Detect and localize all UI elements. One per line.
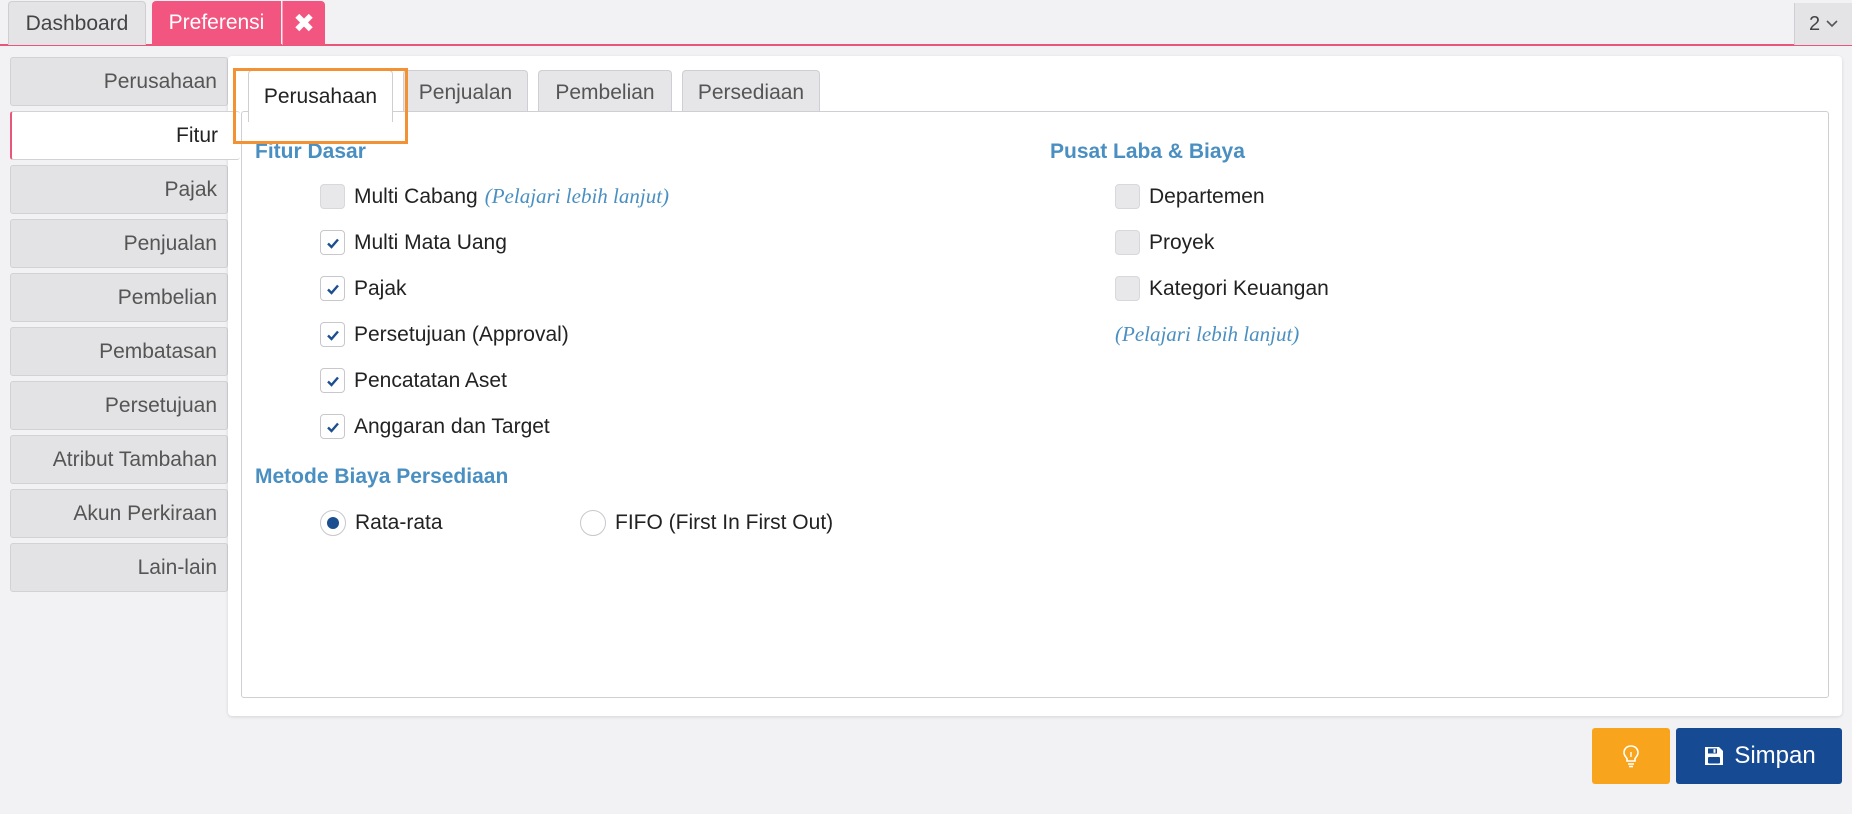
sidebar-item-pajak[interactable]: Pajak (10, 165, 228, 214)
option-anggaran-target[interactable]: Anggaran dan Target (320, 414, 550, 439)
save-button-label: Simpan (1734, 742, 1816, 769)
option-multi-mata-uang[interactable]: Multi Mata Uang (320, 230, 507, 255)
sidebar-item-perusahaan[interactable]: Perusahaan (10, 57, 228, 106)
option-proyek[interactable]: Proyek (1115, 230, 1214, 255)
checkbox-checked[interactable] (320, 322, 345, 347)
option-label: FIFO (First In First Out) (615, 511, 834, 534)
option-label: Multi Mata Uang (354, 230, 507, 254)
option-label: Multi Cabang (354, 184, 478, 208)
checkmark-icon (326, 284, 339, 295)
checkmark-icon (326, 238, 339, 249)
option-label: Pencatatan Aset (354, 368, 507, 392)
option-pencatatan-aset[interactable]: Pencatatan Aset (320, 368, 507, 393)
lightbulb-icon (1623, 745, 1639, 768)
sidebar-item-persetujuan[interactable]: Persetujuan (10, 381, 228, 430)
tab-preferensi[interactable]: Preferensi (152, 1, 281, 45)
checkbox-checked[interactable] (320, 276, 345, 301)
checkmark-icon (326, 422, 339, 433)
subtab-penjualan[interactable]: Penjualan (403, 70, 528, 115)
checkbox[interactable] (1115, 276, 1140, 301)
sidebar-item-atribut-tambahan[interactable]: Atribut Tambahan (10, 435, 228, 484)
floppy-disk-icon (1705, 747, 1724, 765)
option-multi-cabang[interactable]: Multi Cabang (Pelajari lebih lanjut) (320, 184, 669, 209)
section-title-metode-biaya: Metode Biaya Persediaan (255, 465, 509, 488)
chevron-down-icon (1826, 20, 1838, 28)
radio-rata-rata[interactable]: Rata-rata (320, 510, 443, 536)
sidebar-item-fitur[interactable]: Fitur (10, 111, 240, 160)
learn-more-link[interactable]: (Pelajari lebih lanjut) (1115, 322, 1299, 347)
subtab-pembelian[interactable]: Pembelian (538, 70, 672, 115)
radio-fifo[interactable]: FIFO (First In First Out) (580, 510, 833, 536)
option-label: Persetujuan (Approval) (354, 322, 569, 346)
checkbox[interactable] (1115, 230, 1140, 255)
sidebar-item-pembatasan[interactable]: Pembatasan (10, 327, 228, 376)
radio-unselected[interactable] (580, 510, 606, 536)
subtab-perusahaan[interactable]: Perusahaan (248, 70, 393, 122)
top-tab-bar: Dashboard Preferensi ✖ 2 (0, 0, 1852, 46)
checkbox[interactable] (1115, 184, 1140, 209)
option-label: Anggaran dan Target (354, 414, 550, 438)
sidebar-item-pembelian[interactable]: Pembelian (10, 273, 228, 322)
option-label: Pajak (354, 276, 407, 300)
checkbox-checked[interactable] (320, 368, 345, 393)
fitur-panel: Perusahaan Penjualan Pembelian Persediaa… (228, 56, 1842, 716)
option-kategori-keuangan[interactable]: Kategori Keuangan (1115, 276, 1329, 301)
subtab-persediaan[interactable]: Persediaan (682, 70, 820, 115)
checkbox-checked[interactable] (320, 414, 345, 439)
section-title-fitur-dasar: Fitur Dasar (255, 140, 366, 163)
option-persetujuan[interactable]: Persetujuan (Approval) (320, 322, 569, 347)
sidebar-item-akun-perkiraan[interactable]: Akun Perkiraan (10, 489, 228, 538)
section-title-pusat-laba: Pusat Laba & Biaya (1050, 140, 1245, 163)
option-label: Kategori Keuangan (1149, 276, 1329, 300)
checkmark-icon (326, 376, 339, 387)
close-tab-icon[interactable]: ✖ (282, 1, 325, 45)
learn-more-link-pusat-laba[interactable]: (Pelajari lebih lanjut) (1115, 322, 1299, 347)
option-label: Proyek (1149, 230, 1215, 254)
open-tabs-dropdown[interactable]: 2 (1794, 3, 1852, 45)
learn-more-link[interactable]: (Pelajari lebih lanjut) (485, 184, 669, 209)
open-tabs-count: 2 (1808, 12, 1821, 35)
checkmark-icon (326, 330, 339, 341)
option-label: Rata-rata (355, 511, 443, 534)
option-label: Departemen (1149, 184, 1265, 208)
subtab-content: Fitur Dasar Multi Cabang (Pelajari lebih… (241, 111, 1829, 698)
radio-selected[interactable] (320, 510, 346, 536)
radio-dot (327, 517, 339, 529)
tab-dashboard[interactable]: Dashboard (8, 1, 146, 45)
option-departemen[interactable]: Departemen (1115, 184, 1265, 209)
checkbox-checked[interactable] (320, 230, 345, 255)
checkbox[interactable] (320, 184, 345, 209)
save-button[interactable]: Simpan (1676, 728, 1842, 784)
sidebar-item-lain-lain[interactable]: Lain-lain (10, 543, 228, 592)
option-pajak[interactable]: Pajak (320, 276, 407, 301)
tips-button[interactable] (1592, 728, 1670, 784)
sidebar-item-penjualan[interactable]: Penjualan (10, 219, 228, 268)
preferences-sidebar: Perusahaan Fitur Pajak Penjualan Pembeli… (10, 57, 240, 597)
